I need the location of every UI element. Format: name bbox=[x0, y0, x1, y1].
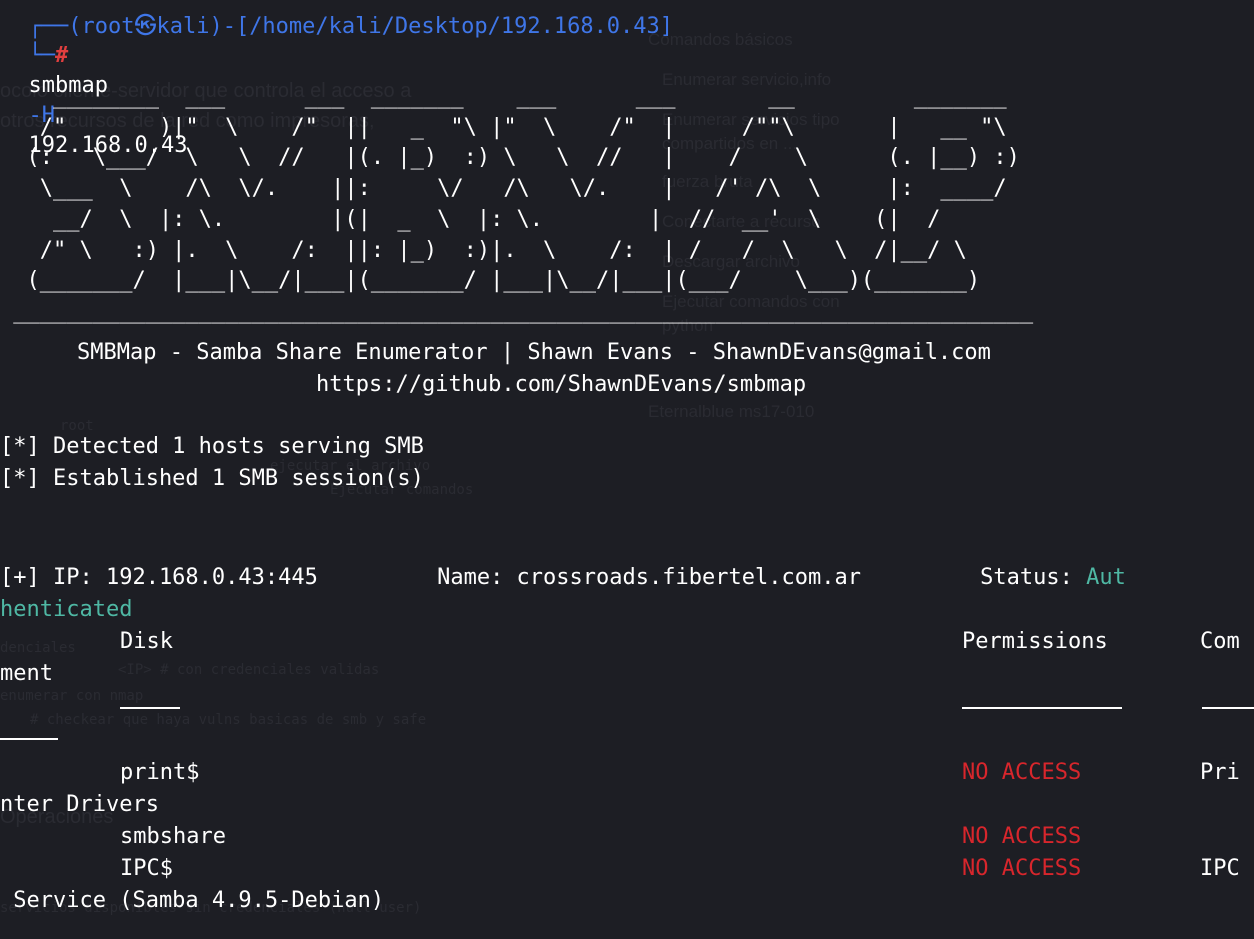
credit-line: SMBMap - Samba Share Enumerator | Shawn … bbox=[77, 340, 991, 365]
status-value-wrap: henticated bbox=[0, 597, 133, 622]
share-comment: IPC bbox=[1200, 856, 1240, 881]
permissions-underline bbox=[962, 707, 1122, 709]
host-info-line: [+] IP: 192.168.0.43:445 Name: crossroad… bbox=[0, 563, 1126, 593]
ghost-code-line: # checkear que haya vulns basicas de smb… bbox=[30, 712, 427, 728]
banner-line: __/ \ |: \. |(| _ \ |: \. | // __' \ (| … bbox=[0, 206, 941, 232]
column-header-disk: Disk bbox=[120, 629, 173, 654]
comment-underline-wrap bbox=[0, 738, 58, 740]
banner-line: /" \ :) |. \ /: ||: |_) :)|. \ /: | / / … bbox=[0, 237, 967, 263]
ghost-code-line: denciales bbox=[0, 640, 76, 656]
ghost-code-line: enumerar con nmap bbox=[0, 688, 144, 704]
share-name: print$ bbox=[120, 760, 200, 785]
ghost-sidebar-item: Eternalblue ms17-010 bbox=[648, 402, 815, 421]
share-permission: NO ACCESS bbox=[962, 824, 1082, 849]
banner-line: (_______/ |___|\__/|___|(_______/ |___|\… bbox=[0, 268, 981, 294]
comment-underline bbox=[1202, 707, 1254, 709]
prompt-corner: └─ bbox=[28, 43, 56, 68]
share-name: IPC$ bbox=[120, 856, 173, 881]
column-header-comment-wrap: ment bbox=[0, 661, 53, 686]
smbmap-ascii-banner: ________ ___ ___ _______ ___ ___ __ ____… bbox=[0, 82, 1033, 328]
host-info-text: [+] IP: 192.168.0.43:445 Name: crossroad… bbox=[0, 565, 1087, 590]
root-prompt-symbol: # bbox=[55, 43, 69, 68]
detected-hosts-line: [*] Detected 1 hosts serving SMB bbox=[0, 434, 424, 459]
banner-line: (: \___/ \ \ // |(. |_) :) \ \ // | / \ … bbox=[0, 145, 1020, 171]
share-permission: NO ACCESS bbox=[962, 760, 1082, 785]
ghost-code-line: <IP> # con credenciales validas bbox=[118, 662, 380, 678]
share-name: smbshare bbox=[120, 824, 226, 849]
banner-line: ________ ___ ___ _______ ___ ___ __ ____… bbox=[0, 84, 1007, 109]
banner-line: \___ \ /\ \/. ||: \/ /\ \/. | /' /\ \ |:… bbox=[0, 176, 1007, 202]
disk-underline bbox=[120, 707, 180, 709]
column-header-permissions: Permissions bbox=[962, 629, 1108, 654]
status-value: Aut bbox=[1086, 565, 1126, 590]
banner-line: ________________________________________… bbox=[0, 298, 1034, 324]
share-permission: NO ACCESS bbox=[962, 856, 1082, 881]
share-comment-wrap: Service (Samba 4.9.5-Debian) bbox=[0, 888, 385, 913]
project-url: https://github.com/ShawnDEvans/smbmap bbox=[316, 372, 807, 397]
share-comment: Pri bbox=[1200, 760, 1240, 785]
share-comment-wrap: nter Drivers bbox=[0, 792, 159, 817]
established-session-line: [*] Established 1 SMB session(s) bbox=[0, 466, 424, 491]
column-header-comment: Com bbox=[1200, 629, 1240, 654]
banner-line: /" )|" \ /" || _ "\ |" \ /" | /""\ | __ … bbox=[0, 114, 1007, 140]
